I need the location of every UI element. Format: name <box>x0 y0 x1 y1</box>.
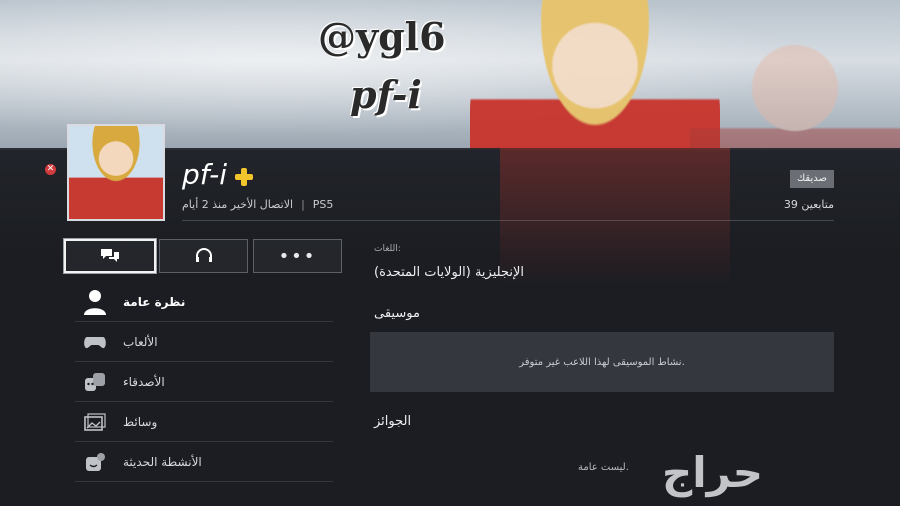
followers-count[interactable]: 39 متابعين <box>784 198 834 211</box>
friend-status-badge: صديقك <box>790 170 834 188</box>
send-message-button[interactable] <box>64 239 156 273</box>
friends-icon <box>75 372 115 392</box>
profile-menu: نظرة عامة الألعاب الأصدقاء وسائط الأنشطة… <box>75 282 333 482</box>
panel-background-art <box>500 148 730 288</box>
menu-item-label: وسائط <box>123 414 158 429</box>
menu-item-label: نظرة عامة <box>123 294 186 309</box>
voice-chat-button[interactable] <box>159 239 248 273</box>
music-empty-panel: نشاط الموسيقى لهذا اللاعب غير متوفر. <box>370 332 834 392</box>
online-id: pf-i <box>182 158 228 191</box>
avatar <box>67 124 165 221</box>
controller-icon <box>75 334 115 350</box>
site-watermark: حراج <box>662 448 764 497</box>
more-options-button[interactable]: ••• <box>253 239 342 273</box>
message-icon <box>101 249 119 262</box>
cover-character-illustration <box>470 0 720 150</box>
header-divider <box>182 220 834 221</box>
languages-value: الإنجليزية (الولايات المتحدة) <box>374 265 524 280</box>
music-empty-text: نشاط الموسيقى لهذا اللاعب غير متوفر. <box>519 356 685 368</box>
menu-item-label: الأصدقاء <box>123 374 165 389</box>
separator: | <box>301 198 305 211</box>
trophies-section-title: الجوائز <box>374 414 412 429</box>
headset-icon <box>195 248 212 262</box>
menu-item-label: الألعاب <box>123 334 158 349</box>
activity-icon <box>75 452 115 472</box>
trophies-private-text: ليست عامة. <box>578 462 629 473</box>
cover-id-text: pf-i <box>350 72 422 117</box>
last-online-text: الاتصال الأخير منذ 2 أيام <box>182 198 294 211</box>
languages-label: اللغات: <box>374 244 401 254</box>
presence-row: الاتصال الأخير منذ 2 أيام | PS5 <box>182 198 333 211</box>
person-icon <box>75 288 115 316</box>
media-icon <box>75 412 115 431</box>
menu-item-recent-activity[interactable]: الأنشطة الحديثة <box>75 442 333 482</box>
cover-handle-text: @ygl6 <box>318 14 446 59</box>
close-icon[interactable]: ✕ <box>45 164 56 175</box>
menu-item-media[interactable]: وسائط <box>75 402 333 442</box>
music-section-title: موسيقى <box>374 306 420 321</box>
more-icon: ••• <box>278 245 317 267</box>
menu-item-games[interactable]: الألعاب <box>75 322 333 362</box>
platform-label: PS5 <box>312 198 334 211</box>
menu-item-friends[interactable]: الأصدقاء <box>75 362 333 402</box>
ps-plus-icon <box>235 168 253 186</box>
menu-item-label: الأنشطة الحديثة <box>123 454 202 469</box>
menu-item-overview[interactable]: نظرة عامة <box>75 282 333 322</box>
